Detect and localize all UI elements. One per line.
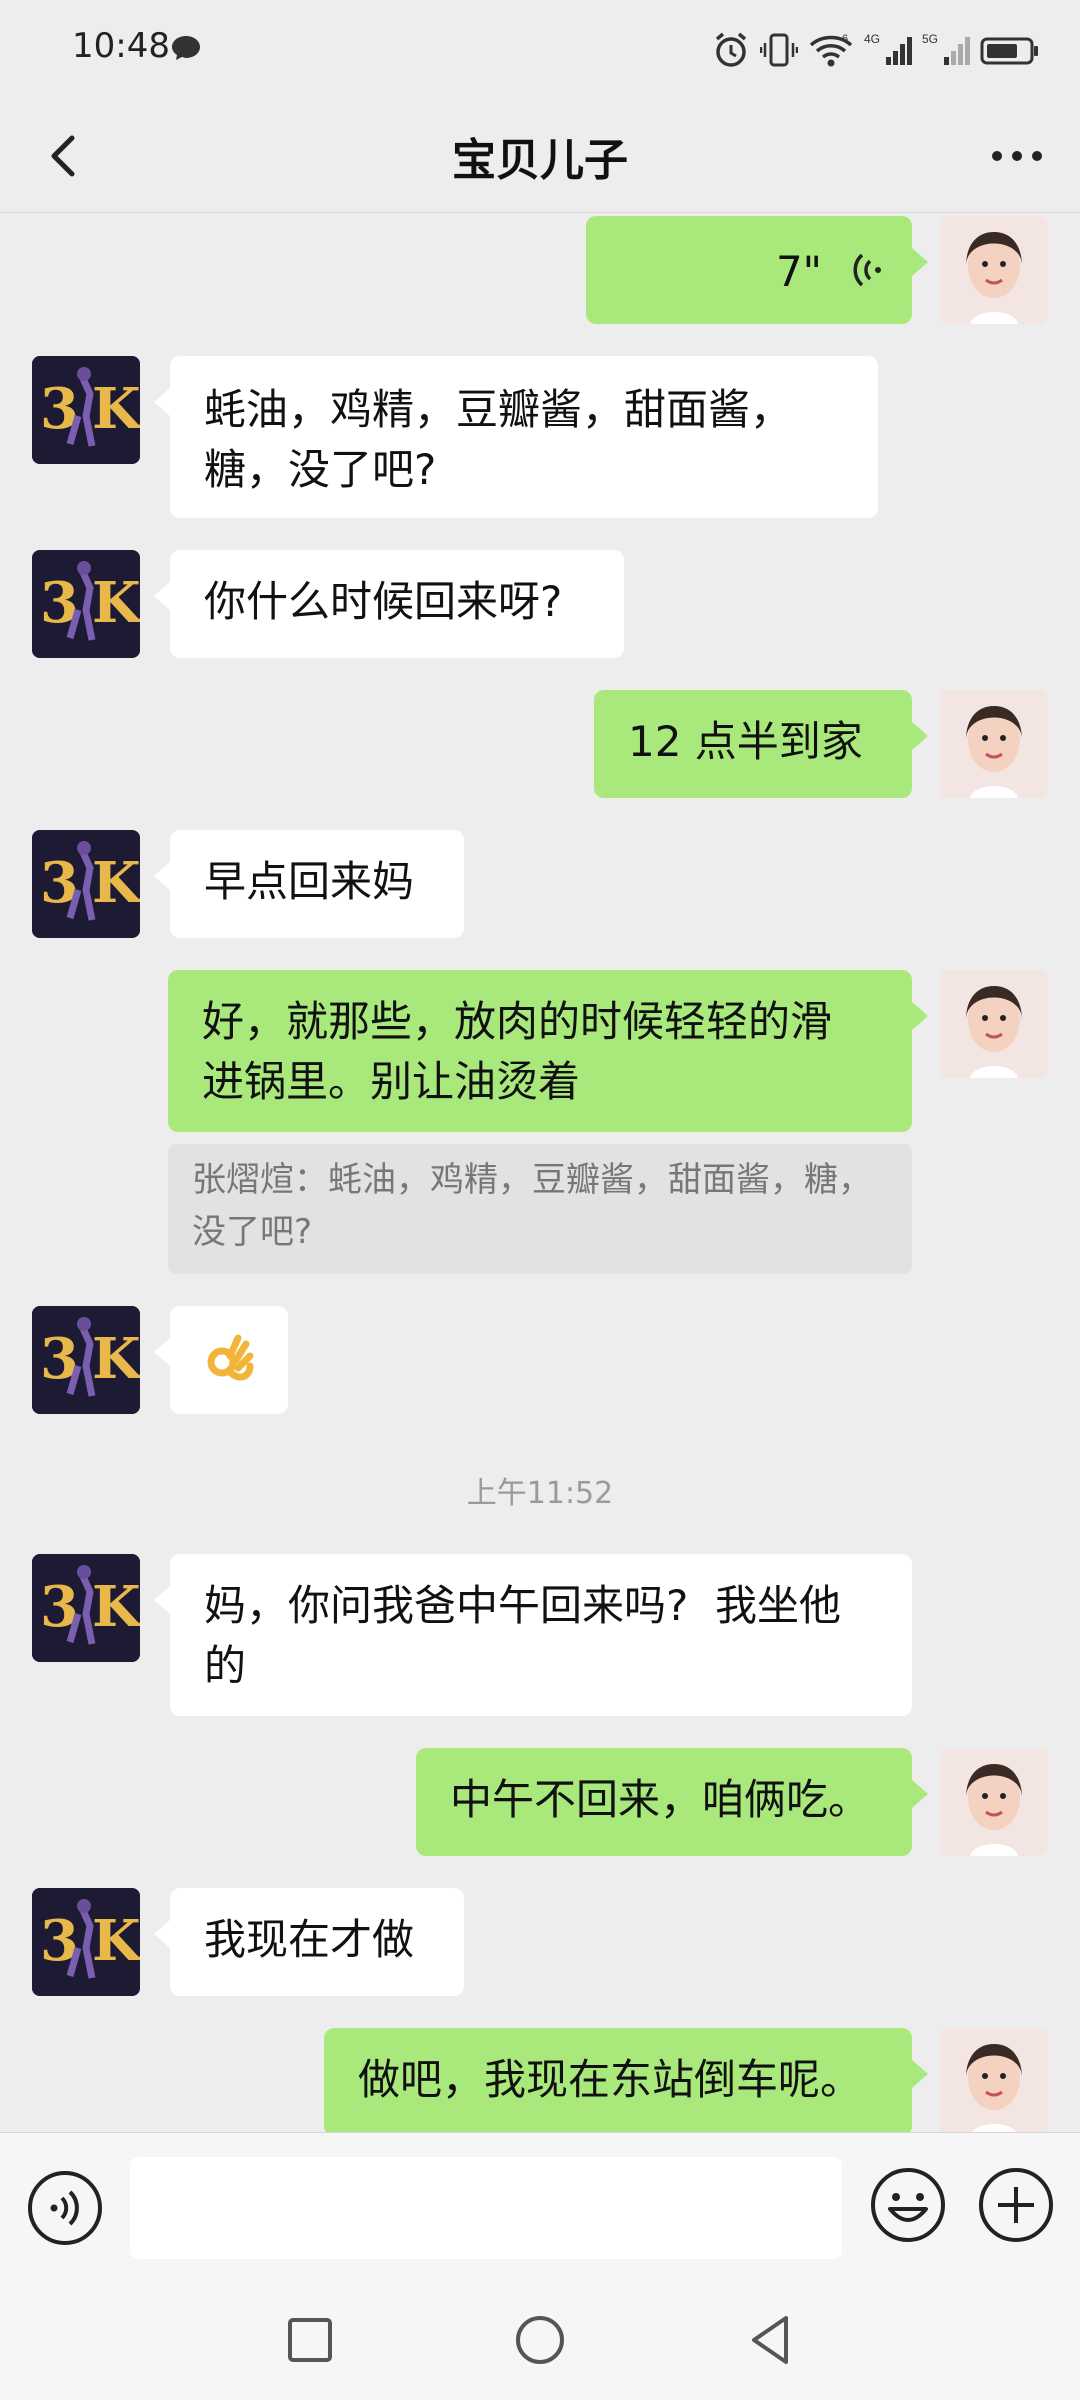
ok-hand-emoji-icon — [207, 1334, 254, 1381]
status-bar: 10:48 6 4G 5G — [0, 0, 1080, 100]
message-line: 糖，没了吧? — [204, 445, 437, 494]
message-timestamp: 上午11:52 — [466, 1476, 614, 1511]
voice-wave-icon — [853, 253, 881, 287]
vibrate-icon — [760, 33, 798, 67]
my-message[interactable]: 中午不回来，咱俩吃。 — [416, 1748, 928, 1856]
contact-emoji-message[interactable] — [154, 1306, 288, 1414]
alarm-icon — [715, 32, 747, 67]
quote-line: 没了吧? — [192, 1212, 313, 1252]
message-notification-icon — [172, 36, 200, 60]
message-line: 蚝油，鸡精，豆瓣酱，甜面酱， — [204, 385, 793, 434]
plus-icon[interactable] — [976, 2165, 1056, 2245]
message-line: 12 点半到家 — [628, 717, 863, 766]
voice-duration: 7" — [775, 247, 822, 296]
voice-message[interactable]: 7" — [586, 216, 928, 324]
svg-text:K: K — [92, 1908, 140, 1974]
cell-signal-5g-icon: 5G — [922, 32, 970, 65]
my-message[interactable]: 12 点半到家 — [594, 690, 928, 798]
emoji-icon[interactable] — [868, 2165, 948, 2245]
message-line: 进锅里。别让油烫着 — [202, 1057, 581, 1106]
my-avatar[interactable] — [940, 1748, 1048, 1856]
contact-avatar[interactable]: 3K — [32, 1554, 140, 1662]
message-line: 早点回来妈 — [204, 857, 415, 906]
my-avatar[interactable] — [940, 690, 1048, 798]
contact-avatar[interactable]: 3K — [32, 356, 140, 464]
home-icon[interactable] — [510, 2310, 570, 2370]
status-time: 10:48 — [72, 26, 170, 66]
voice-input-icon[interactable] — [26, 2169, 104, 2247]
battery-icon — [980, 37, 1038, 65]
contact-message[interactable]: 早点回来妈 — [154, 830, 464, 938]
message-line: 你什么时候回来呀? — [204, 577, 563, 626]
contact-avatar[interactable]: 3K — [32, 830, 140, 938]
my-message[interactable]: 好，就那些，放肉的时候轻轻的滑 进锅里。别让油烫着 — [168, 970, 928, 1132]
network-5g-label: 5G — [922, 32, 938, 46]
svg-text:K: K — [92, 570, 140, 636]
back-triangle-icon[interactable] — [740, 2310, 800, 2370]
status-icons: 6 4G 5G — [712, 28, 1040, 72]
message-list[interactable]: 7" 3K 蚝油，鸡精，豆瓣酱，甜面酱， 糖，没了吧? 3K 你什么时候回来呀?… — [0, 212, 1080, 2132]
message-line: 好，就那些，放肉的时候轻轻的滑 — [202, 997, 833, 1046]
svg-text:K: K — [92, 850, 140, 916]
chat-header: 宝贝儿子 — [0, 100, 1080, 213]
system-navigation-bar — [0, 2282, 1080, 2400]
quoted-message[interactable]: 张熠煊：蚝油，鸡精，豆瓣酱，甜面酱，糖， 没了吧? — [168, 1144, 912, 1274]
recent-apps-icon[interactable] — [280, 2310, 340, 2370]
chat-title: 宝贝儿子 — [452, 135, 628, 186]
cell-signal-4g-icon: 4G — [864, 32, 912, 65]
message-line: 中午不回来，咱俩吃。 — [450, 1775, 871, 1824]
message-input-bar — [0, 2132, 1080, 2283]
svg-text:K: K — [92, 1574, 140, 1640]
my-message[interactable]: 做吧，我现在东站倒车呢。 — [324, 2028, 928, 2132]
contact-avatar[interactable]: 3K — [32, 1888, 140, 1996]
wifi-icon: 6 — [809, 33, 853, 67]
message-line: 妈，你问我爸中午回来吗? 我坐他 — [204, 1581, 841, 1630]
svg-text:K: K — [92, 376, 140, 442]
my-avatar[interactable] — [940, 216, 1048, 324]
my-avatar[interactable] — [940, 2028, 1048, 2132]
svg-text:K: K — [92, 1326, 140, 1392]
contact-avatar[interactable]: 3K — [32, 550, 140, 658]
message-line: 做吧，我现在东站倒车呢。 — [358, 2055, 863, 2104]
contact-message[interactable]: 妈，你问我爸中午回来吗? 我坐他 的 — [154, 1554, 912, 1716]
contact-message[interactable]: 你什么时候回来呀? — [154, 550, 624, 658]
message-line: 的 — [204, 1641, 247, 1690]
contact-avatar[interactable]: 3K — [32, 1306, 140, 1414]
quote-line: 张熠煊：蚝油，鸡精，豆瓣酱，甜面酱，糖， — [192, 1160, 872, 1200]
message-line: 我现在才做 — [204, 1915, 415, 1964]
my-avatar[interactable] — [940, 970, 1048, 1078]
more-dots-icon[interactable] — [982, 124, 1052, 188]
contact-message[interactable]: 我现在才做 — [154, 1888, 464, 1996]
contact-message[interactable]: 蚝油，鸡精，豆瓣酱，甜面酱， 糖，没了吧? — [154, 356, 878, 518]
message-input[interactable] — [130, 2157, 842, 2259]
wifi-label: 6 — [842, 33, 848, 45]
network-4g-label: 4G — [864, 32, 880, 46]
